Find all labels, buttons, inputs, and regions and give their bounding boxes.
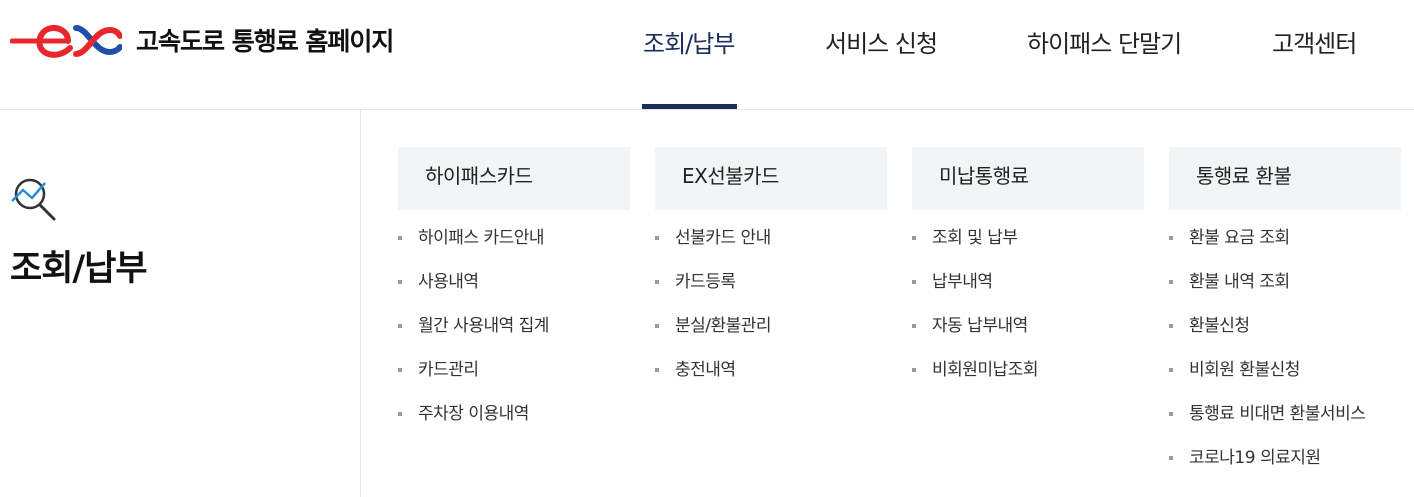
- menu-item[interactable]: 하이패스 카드안내: [398, 228, 630, 272]
- menu-item[interactable]: 자동 납부내역: [912, 316, 1144, 360]
- nav-hipass-terminal[interactable]: 하이패스 단말기: [1027, 24, 1182, 58]
- header: 고속도로 통행료 홈페이지 조회/납부 서비스 신청 하이패스 단말기 고객센터: [0, 0, 1414, 110]
- menu-item[interactable]: 월간 사용내역 집계: [398, 316, 630, 360]
- menu-list: 하이패스 카드안내 사용내역 월간 사용내역 집계 카드관리 주차장 이용내역: [398, 228, 630, 448]
- nav-inquiry-payment[interactable]: 조회/납부: [643, 24, 735, 58]
- menu-column-ex-prepaid-card: EX선불카드 선불카드 안내 카드등록 분실/환불관리 충전내역: [655, 147, 887, 404]
- menu-item[interactable]: 조회 및 납부: [912, 228, 1144, 272]
- side-title: 조회/납부: [10, 249, 148, 289]
- menu-item[interactable]: 사용내역: [398, 272, 630, 316]
- menu-item[interactable]: 카드관리: [398, 360, 630, 404]
- menu-list: 조회 및 납부 납부내역 자동 납부내역 비회원미납조회: [912, 228, 1144, 404]
- nav-service-apply[interactable]: 서비스 신청: [825, 24, 938, 58]
- menu-item[interactable]: 카드등록: [655, 272, 887, 316]
- menu-column-toll-refund: 통행료 환불 환불 요금 조회 환불 내역 조회 환불신청 비회원 환불신청 통…: [1169, 147, 1401, 492]
- menu-list: 환불 요금 조회 환불 내역 조회 환불신청 비회원 환불신청 통행료 비대면 …: [1169, 228, 1401, 492]
- site-title: 고속도로 통행료 홈페이지: [136, 27, 394, 56]
- menu-item[interactable]: 납부내역: [912, 272, 1144, 316]
- menu-list: 선불카드 안내 카드등록 분실/환불관리 충전내역: [655, 228, 887, 404]
- menu-column-hipass-card: 하이패스카드 하이패스 카드안내 사용내역 월간 사용내역 집계 카드관리 주차…: [398, 147, 630, 448]
- menu-heading[interactable]: 통행료 환불: [1169, 147, 1401, 210]
- menu-column-unpaid-toll: 미납통행료 조회 및 납부 납부내역 자동 납부내역 비회원미납조회: [912, 147, 1144, 404]
- menu-item[interactable]: 분실/환불관리: [655, 316, 887, 360]
- menu-item[interactable]: 환불신청: [1169, 316, 1401, 360]
- menu-item[interactable]: 환불 내역 조회: [1169, 272, 1401, 316]
- ex-logo-icon: [10, 25, 122, 58]
- menu-item[interactable]: 환불 요금 조회: [1169, 228, 1401, 272]
- menu-heading[interactable]: 미납통행료: [912, 147, 1144, 210]
- menu-heading[interactable]: 하이패스카드: [398, 147, 630, 210]
- menu-item[interactable]: 비회원미납조회: [912, 360, 1144, 404]
- menu-heading[interactable]: EX선불카드: [655, 147, 887, 210]
- menu-item[interactable]: 비회원 환불신청: [1169, 360, 1401, 404]
- search-chart-icon: [11, 178, 56, 221]
- side-panel: 조회/납부: [0, 110, 361, 497]
- menu-item[interactable]: 선불카드 안내: [655, 228, 887, 272]
- menu-item[interactable]: 충전내역: [655, 360, 887, 404]
- nav-active-indicator: [642, 104, 737, 109]
- nav-customer-center[interactable]: 고객센터: [1272, 24, 1357, 58]
- logo[interactable]: 고속도로 통행료 홈페이지: [10, 20, 394, 60]
- menu-item[interactable]: 코로나19 의료지원: [1169, 448, 1401, 492]
- menu-item[interactable]: 통행료 비대면 환불서비스: [1169, 404, 1401, 448]
- menu-item[interactable]: 주차장 이용내역: [398, 404, 630, 448]
